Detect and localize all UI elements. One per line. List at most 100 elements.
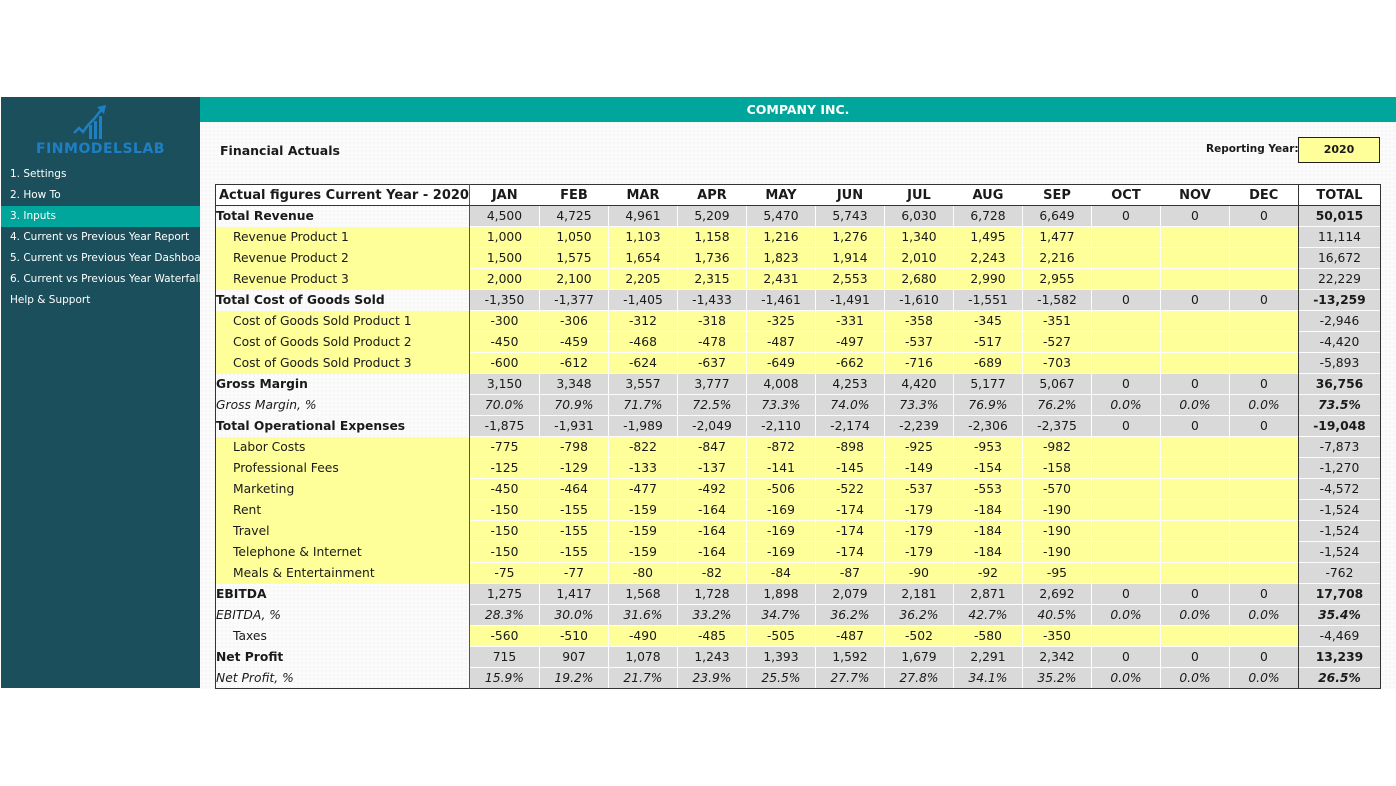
cell-jun[interactable]: 1,276 [814, 226, 885, 248]
cell-oct[interactable] [1090, 562, 1161, 584]
cell-jul[interactable]: -90 [883, 562, 954, 584]
cell-aug[interactable]: -553 [952, 478, 1023, 500]
cell-feb[interactable]: -306 [538, 310, 609, 332]
cell-jan[interactable]: -450 [468, 331, 540, 353]
cell-may[interactable]: -649 [745, 352, 816, 374]
cell-mar[interactable]: -159 [607, 520, 678, 542]
cell-mar[interactable]: -822 [607, 436, 678, 458]
cell-dec[interactable] [1228, 268, 1299, 290]
cell-jul[interactable]: -537 [883, 331, 954, 353]
cell-oct[interactable] [1090, 310, 1161, 332]
cell-oct[interactable] [1090, 478, 1161, 500]
cell-jan[interactable]: -560 [468, 625, 540, 647]
sidebar-item-help-support[interactable]: Help & Support [1, 290, 200, 311]
cell-aug[interactable]: -184 [952, 499, 1023, 521]
cell-jan[interactable]: 2,000 [468, 268, 540, 290]
cell-jun[interactable]: -87 [814, 562, 885, 584]
cell-feb[interactable]: -459 [538, 331, 609, 353]
cell-mar[interactable]: -80 [607, 562, 678, 584]
cell-jan[interactable]: -150 [468, 541, 540, 563]
cell-may[interactable]: 1,823 [745, 247, 816, 269]
sidebar-item-current-vs-previous-year-waterfall[interactable]: 6. Current vs Previous Year Waterfall [1, 269, 201, 290]
cell-may[interactable]: -169 [745, 499, 816, 521]
sidebar-item-current-vs-previous-year-dashboard[interactable]: 5. Current vs Previous Year Dashboard [1, 248, 211, 269]
cell-mar[interactable]: -133 [607, 457, 678, 479]
cell-aug[interactable]: 2,990 [952, 268, 1023, 290]
cell-apr[interactable]: -478 [676, 331, 747, 353]
cell-jun[interactable]: -145 [814, 457, 885, 479]
cell-jul[interactable]: 1,340 [883, 226, 954, 248]
cell-aug[interactable]: -517 [952, 331, 1023, 353]
cell-oct[interactable] [1090, 268, 1161, 290]
cell-dec[interactable] [1228, 331, 1299, 353]
cell-mar[interactable]: 2,205 [607, 268, 678, 290]
cell-jun[interactable]: -662 [814, 352, 885, 374]
cell-apr[interactable]: -137 [676, 457, 747, 479]
cell-jan[interactable]: -600 [468, 352, 540, 374]
cell-nov[interactable] [1159, 478, 1230, 500]
cell-nov[interactable] [1159, 352, 1230, 374]
cell-jul[interactable]: -179 [883, 499, 954, 521]
cell-apr[interactable]: -164 [676, 541, 747, 563]
cell-mar[interactable]: 1,654 [607, 247, 678, 269]
cell-oct[interactable] [1090, 499, 1161, 521]
cell-may[interactable]: -487 [745, 331, 816, 353]
cell-may[interactable]: -84 [745, 562, 816, 584]
cell-nov[interactable] [1159, 436, 1230, 458]
cell-jan[interactable]: -450 [468, 478, 540, 500]
cell-nov[interactable] [1159, 331, 1230, 353]
cell-apr[interactable]: 2,315 [676, 268, 747, 290]
cell-jun[interactable]: -497 [814, 331, 885, 353]
cell-jun[interactable]: 2,553 [814, 268, 885, 290]
cell-jun[interactable]: -331 [814, 310, 885, 332]
cell-jul[interactable]: -502 [883, 625, 954, 647]
cell-dec[interactable] [1228, 499, 1299, 521]
cell-jun[interactable]: 1,914 [814, 247, 885, 269]
cell-sep[interactable]: -527 [1021, 331, 1092, 353]
cell-oct[interactable] [1090, 457, 1161, 479]
cell-aug[interactable]: -953 [952, 436, 1023, 458]
cell-nov[interactable] [1159, 499, 1230, 521]
cell-dec[interactable] [1228, 226, 1299, 248]
cell-feb[interactable]: 2,100 [538, 268, 609, 290]
cell-apr[interactable]: 1,158 [676, 226, 747, 248]
cell-aug[interactable]: -689 [952, 352, 1023, 374]
cell-nov[interactable] [1159, 625, 1230, 647]
cell-feb[interactable]: -464 [538, 478, 609, 500]
cell-aug[interactable]: -154 [952, 457, 1023, 479]
cell-oct[interactable] [1090, 541, 1161, 563]
cell-nov[interactable] [1159, 310, 1230, 332]
cell-may[interactable]: 2,431 [745, 268, 816, 290]
cell-sep[interactable]: -190 [1021, 499, 1092, 521]
cell-jul[interactable]: 2,680 [883, 268, 954, 290]
cell-oct[interactable] [1090, 247, 1161, 269]
cell-oct[interactable] [1090, 352, 1161, 374]
cell-jun[interactable]: -174 [814, 541, 885, 563]
sidebar-item-current-vs-previous-year-report[interactable]: 4. Current vs Previous Year Report [1, 227, 200, 248]
cell-jun[interactable]: -898 [814, 436, 885, 458]
cell-apr[interactable]: -637 [676, 352, 747, 374]
cell-jan[interactable]: -775 [468, 436, 540, 458]
cell-may[interactable]: -169 [745, 520, 816, 542]
cell-jul[interactable]: 2,010 [883, 247, 954, 269]
cell-dec[interactable] [1228, 520, 1299, 542]
cell-aug[interactable]: 1,495 [952, 226, 1023, 248]
cell-may[interactable]: -505 [745, 625, 816, 647]
cell-feb[interactable]: 1,050 [538, 226, 609, 248]
cell-jun[interactable]: -174 [814, 499, 885, 521]
cell-jan[interactable]: -300 [468, 310, 540, 332]
cell-mar[interactable]: -159 [607, 541, 678, 563]
cell-jul[interactable]: -179 [883, 541, 954, 563]
cell-jul[interactable]: -149 [883, 457, 954, 479]
cell-jan[interactable]: -150 [468, 499, 540, 521]
cell-sep[interactable]: 1,477 [1021, 226, 1092, 248]
cell-feb[interactable]: -77 [538, 562, 609, 584]
sidebar-item-how-to[interactable]: 2. How To [1, 185, 200, 206]
cell-jun[interactable]: -487 [814, 625, 885, 647]
cell-sep[interactable]: -190 [1021, 541, 1092, 563]
cell-aug[interactable]: -345 [952, 310, 1023, 332]
sidebar-item-settings[interactable]: 1. Settings [1, 164, 200, 185]
cell-sep[interactable]: -982 [1021, 436, 1092, 458]
cell-dec[interactable] [1228, 247, 1299, 269]
cell-nov[interactable] [1159, 226, 1230, 248]
